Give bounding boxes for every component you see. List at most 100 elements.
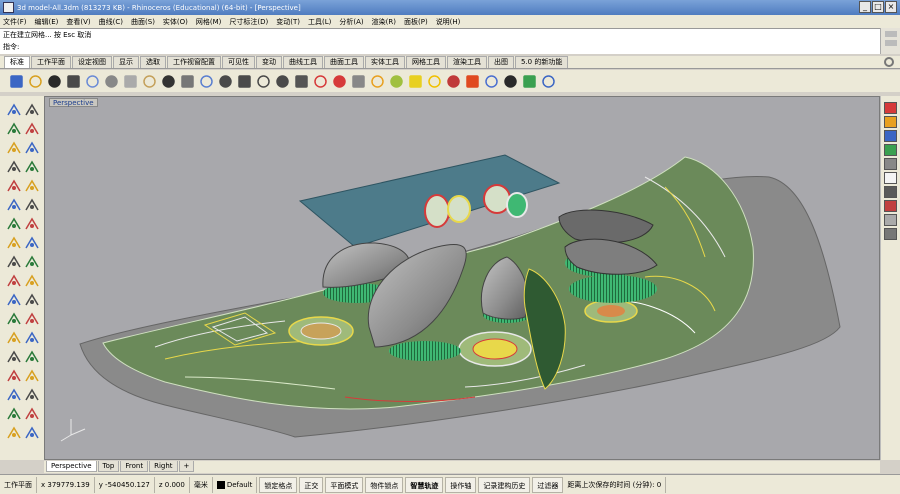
fillet-icon[interactable] bbox=[24, 178, 41, 195]
extrude-icon[interactable] bbox=[6, 197, 23, 214]
box-icon[interactable] bbox=[6, 216, 23, 233]
circle-icon[interactable] bbox=[388, 73, 405, 90]
curve-icon[interactable] bbox=[369, 73, 386, 90]
hatch-icon[interactable] bbox=[6, 387, 23, 404]
menu-item[interactable]: 分析(A) bbox=[339, 17, 363, 27]
menu-item[interactable]: 网格(M) bbox=[196, 17, 222, 27]
zoom-extents-icon[interactable] bbox=[255, 73, 272, 90]
toolbar-tab[interactable]: 设定视图 bbox=[72, 56, 112, 68]
status-toggle[interactable]: 智慧轨迹 bbox=[405, 476, 444, 493]
surface-icon[interactable] bbox=[24, 197, 41, 214]
menu-item[interactable]: 曲面(S) bbox=[131, 17, 155, 27]
menu-item[interactable]: 面板(P) bbox=[404, 17, 428, 27]
toolbar-tab[interactable]: 5.0 的新功能 bbox=[515, 56, 569, 68]
toolbar-tab[interactable]: 网格工具 bbox=[406, 56, 446, 68]
command-prompt[interactable]: 指令: bbox=[3, 41, 880, 53]
split-icon[interactable] bbox=[6, 349, 23, 366]
menu-item[interactable]: 说明(H) bbox=[436, 17, 461, 27]
current-layer[interactable]: Default bbox=[213, 476, 258, 493]
properties-icon[interactable] bbox=[884, 158, 897, 170]
offset-icon[interactable] bbox=[24, 254, 41, 271]
cut-icon[interactable] bbox=[103, 73, 120, 90]
menu-item[interactable]: 实体(O) bbox=[163, 17, 188, 27]
save-icon[interactable] bbox=[46, 73, 63, 90]
material-icon[interactable] bbox=[884, 116, 897, 128]
toolbar-tab[interactable]: 实体工具 bbox=[365, 56, 405, 68]
toolbar-tab[interactable]: 标准 bbox=[4, 56, 30, 68]
check-icon[interactable] bbox=[24, 425, 41, 442]
four-views-icon[interactable] bbox=[312, 73, 329, 90]
viewport-label[interactable]: Perspective bbox=[49, 98, 98, 107]
menu-item[interactable]: 曲线(C) bbox=[99, 17, 123, 27]
circle-icon[interactable] bbox=[6, 140, 23, 157]
analyze-icon[interactable] bbox=[6, 406, 23, 423]
toolbar-tab[interactable]: 曲面工具 bbox=[324, 56, 364, 68]
grid-icon[interactable] bbox=[331, 73, 348, 90]
sphere-icon[interactable] bbox=[24, 216, 41, 233]
scale-icon[interactable] bbox=[6, 292, 23, 309]
layer-color-icon[interactable] bbox=[884, 102, 897, 114]
polygon-icon[interactable] bbox=[24, 159, 41, 176]
print-icon[interactable] bbox=[65, 73, 82, 90]
menu-item[interactable]: 渲染(R) bbox=[372, 17, 396, 27]
toolbar-tab[interactable]: 变动 bbox=[256, 56, 282, 68]
status-toggle[interactable]: 操作轴 bbox=[445, 476, 477, 493]
sphere-icon[interactable] bbox=[483, 73, 500, 90]
zoom-icon[interactable] bbox=[884, 186, 897, 198]
layer-icon[interactable] bbox=[6, 425, 23, 442]
zoom-window-icon[interactable] bbox=[236, 73, 253, 90]
cylinder-icon[interactable] bbox=[6, 235, 23, 252]
status-toggle[interactable]: 物件锁点 bbox=[365, 476, 404, 493]
zoom-icon[interactable] bbox=[217, 73, 234, 90]
menu-item[interactable]: 工具(L) bbox=[308, 17, 331, 27]
block-icon[interactable] bbox=[24, 387, 41, 404]
bulb-icon[interactable] bbox=[426, 73, 443, 90]
point-icon[interactable] bbox=[350, 73, 367, 90]
menu-item[interactable]: 尺寸标注(D) bbox=[229, 17, 268, 27]
new-file-icon[interactable] bbox=[8, 73, 25, 90]
toolbar-tab[interactable]: 工作平面 bbox=[31, 56, 71, 68]
viewport-tab[interactable]: Top bbox=[97, 461, 120, 472]
pan-hand-icon[interactable] bbox=[179, 73, 196, 90]
light-icon[interactable] bbox=[884, 130, 897, 142]
trim-icon[interactable] bbox=[24, 330, 41, 347]
group-icon[interactable] bbox=[24, 349, 41, 366]
gear-icon[interactable] bbox=[884, 57, 894, 67]
render-icon[interactable] bbox=[24, 406, 41, 423]
viewport-tab[interactable]: + bbox=[178, 461, 195, 472]
curve-icon[interactable] bbox=[24, 121, 41, 138]
text-icon[interactable] bbox=[24, 368, 41, 385]
cplane-indicator[interactable]: 工作平面 bbox=[0, 476, 37, 493]
render-icon[interactable] bbox=[445, 73, 462, 90]
menu-item[interactable]: 编辑(E) bbox=[35, 17, 59, 27]
toolbar-tab[interactable]: 曲线工具 bbox=[283, 56, 323, 68]
point-icon[interactable] bbox=[24, 102, 41, 119]
move-icon[interactable] bbox=[6, 273, 23, 290]
orbit-icon[interactable] bbox=[293, 73, 310, 90]
toolbar-tab[interactable]: 工作视窗配置 bbox=[167, 56, 221, 68]
import-icon[interactable] bbox=[84, 73, 101, 90]
material-icon[interactable] bbox=[502, 73, 519, 90]
minimize-button[interactable]: _ bbox=[859, 1, 871, 13]
plugin-icon[interactable] bbox=[521, 73, 538, 90]
toolbar-tab[interactable]: 可见性 bbox=[222, 56, 255, 68]
light-icon[interactable] bbox=[407, 73, 424, 90]
rectangle-icon[interactable] bbox=[6, 159, 23, 176]
undo-icon[interactable] bbox=[160, 73, 177, 90]
select-icon[interactable] bbox=[6, 102, 23, 119]
ellipse-icon[interactable] bbox=[6, 178, 23, 195]
toolbar-tab[interactable]: 显示 bbox=[113, 56, 139, 68]
viewport-tab[interactable]: Perspective bbox=[46, 461, 97, 472]
divider-icon[interactable] bbox=[884, 228, 897, 240]
toolbar-tab[interactable]: 选取 bbox=[140, 56, 166, 68]
page-icon[interactable] bbox=[884, 172, 897, 184]
paste-icon[interactable] bbox=[141, 73, 158, 90]
mirror-icon[interactable] bbox=[24, 292, 41, 309]
array-icon[interactable] bbox=[6, 311, 23, 328]
status-toggle[interactable]: 过滤器 bbox=[532, 476, 564, 493]
menu-item[interactable]: 文件(F) bbox=[3, 17, 27, 27]
toolbar-tab[interactable]: 渲染工具 bbox=[447, 56, 487, 68]
rotate-icon[interactable] bbox=[24, 273, 41, 290]
open-folder-icon[interactable] bbox=[27, 73, 44, 90]
boolean-icon[interactable] bbox=[6, 254, 23, 271]
